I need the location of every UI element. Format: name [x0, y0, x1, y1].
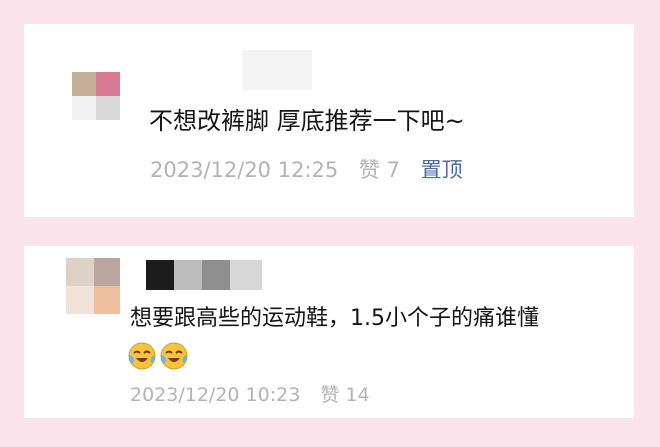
- timestamp: 2023/12/20 10:23: [130, 384, 301, 406]
- comment-meta: 2023/12/20 12:25 赞 7 置顶: [150, 154, 477, 184]
- like-count[interactable]: 赞 14: [320, 384, 369, 406]
- comment-text: 不想改裤脚 厚底推荐一下吧~: [149, 107, 465, 135]
- username[interactable]: [130, 260, 262, 290]
- laughing-crying-emoji-icon: [160, 342, 188, 370]
- comment-meta: 2023/12/20 10:23 赞 14: [130, 380, 384, 407]
- comment-card: 不想改裤脚 厚底推荐一下吧~ 2023/12/20 12:25 赞 7 置顶: [24, 24, 634, 217]
- pin-link[interactable]: 置顶: [421, 158, 463, 182]
- comment-card: 想要跟高些的运动鞋，1.5小个子的痛谁懂 2023/12/20 10:23 赞 …: [24, 246, 634, 418]
- page: { "comments": [ { "text": "不想改裤脚 厚底推荐一下吧…: [0, 0, 660, 447]
- avatar[interactable]: [66, 258, 120, 314]
- comment-text: 想要跟高些的运动鞋，1.5小个子的痛谁懂: [130, 306, 539, 331]
- like-count[interactable]: 赞 7: [359, 158, 400, 182]
- username[interactable]: [242, 50, 312, 90]
- laughing-crying-emoji-icon: [128, 342, 156, 370]
- timestamp: 2023/12/20 12:25: [150, 158, 339, 182]
- avatar[interactable]: [72, 72, 120, 120]
